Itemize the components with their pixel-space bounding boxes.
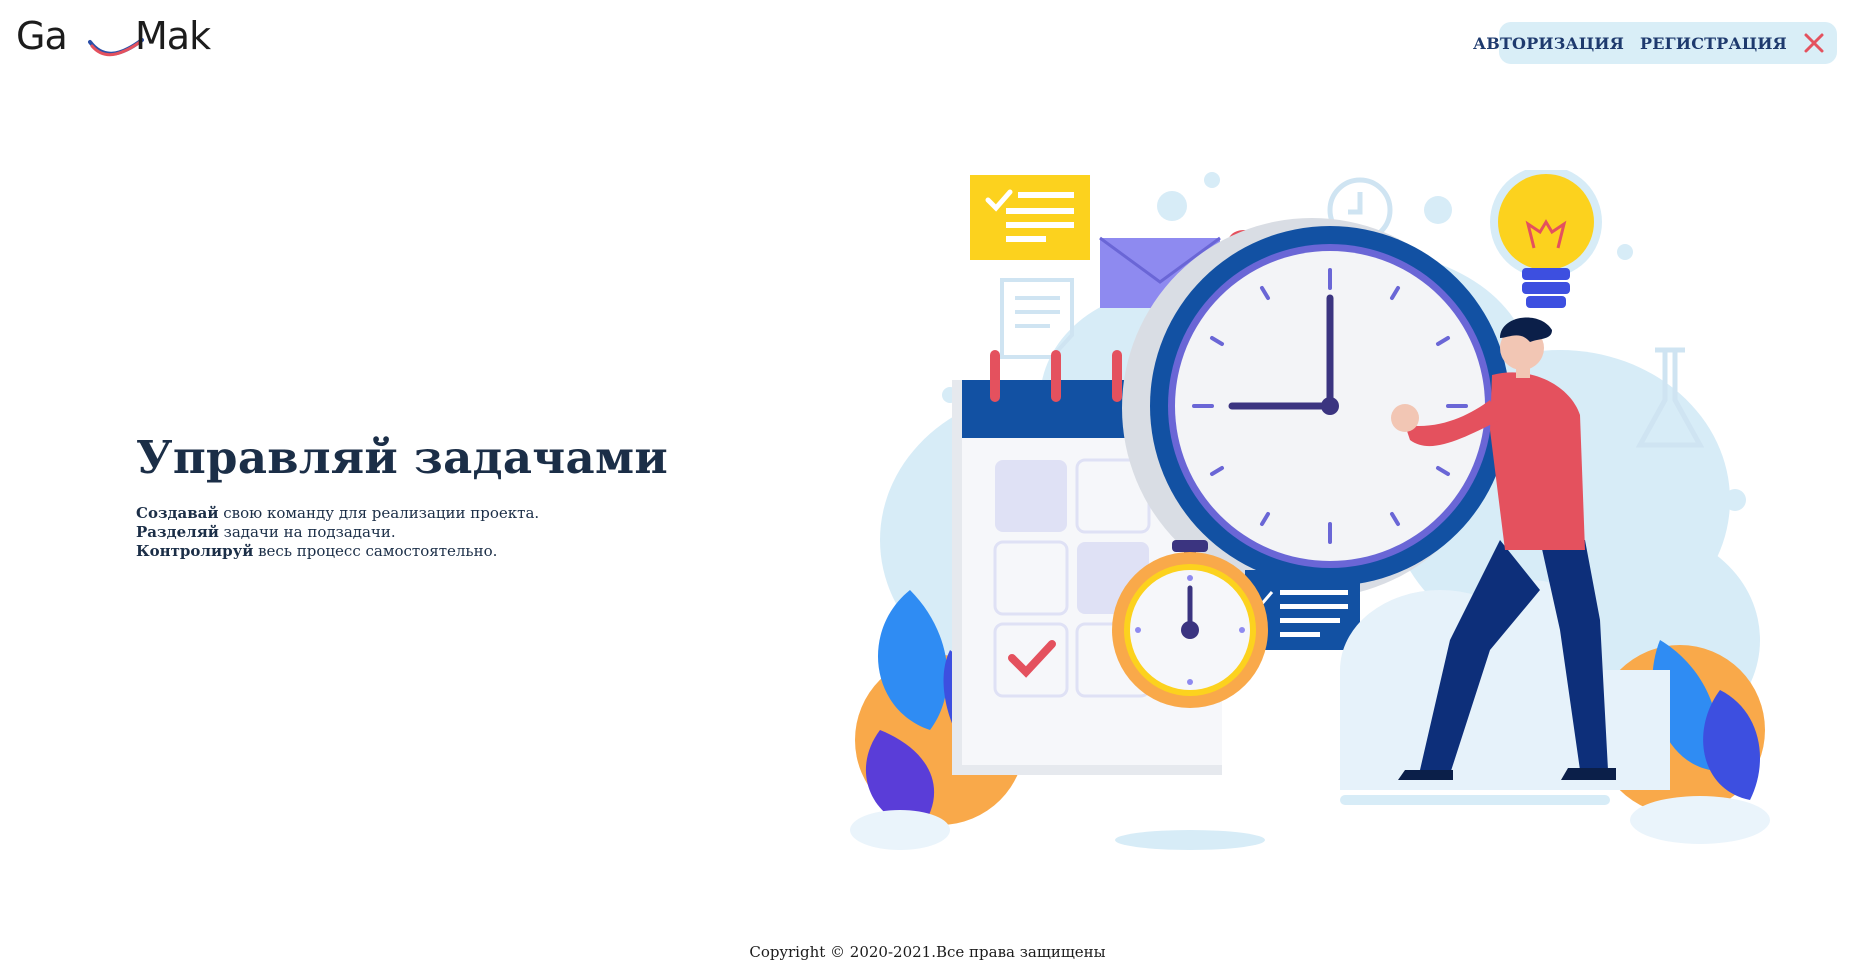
register-link[interactable]: РЕГИСТРАЦИЯ [1640, 34, 1787, 53]
logo[interactable]: Ga Mak [16, 14, 236, 64]
close-icon[interactable] [1803, 29, 1825, 57]
hero-line-2-rest: задачи на подзадачи. [218, 523, 396, 541]
logo-text-left: Ga [16, 14, 68, 58]
page: Ga Mak АВТОРИЗАЦИЯ РЕГИСТРАЦИЯ Управляй … [0, 0, 1855, 965]
hero-line-3: Контролируй весь процесс самостоятельно. [136, 542, 776, 561]
close-icon-glyph [1804, 33, 1824, 53]
document-icon [1000, 278, 1074, 359]
hero-line-1-bold: Создавай [136, 504, 219, 522]
task-management-illustration [850, 170, 1770, 850]
logo-text-right: Mak [135, 14, 211, 58]
hero-line-1: Создавай свою команду для реализации про… [136, 504, 776, 523]
auth-nav: АВТОРИЗАЦИЯ РЕГИСТРАЦИЯ [1473, 22, 1837, 64]
login-link[interactable]: АВТОРИЗАЦИЯ [1473, 34, 1624, 53]
hero: Управляй задачами Создавай свою команду … [136, 430, 776, 561]
hero-line-3-bold: Контролируй [136, 542, 254, 560]
checklist-note-icon [970, 175, 1090, 260]
hero-line-3-rest: весь процесс самостоятельно. [253, 542, 498, 560]
hero-line-1-rest: свою команду для реализации проекта. [218, 504, 540, 522]
lightbulb-icon [1490, 170, 1602, 308]
hero-line-2-bold: Разделяй [136, 523, 219, 541]
hero-title: Управляй задачами [136, 431, 669, 484]
hero-line-2: Разделяй задачи на подзадачи. [136, 523, 776, 542]
footer-copyright: Copyright © 2020-2021.Все права защищены [749, 943, 1106, 961]
